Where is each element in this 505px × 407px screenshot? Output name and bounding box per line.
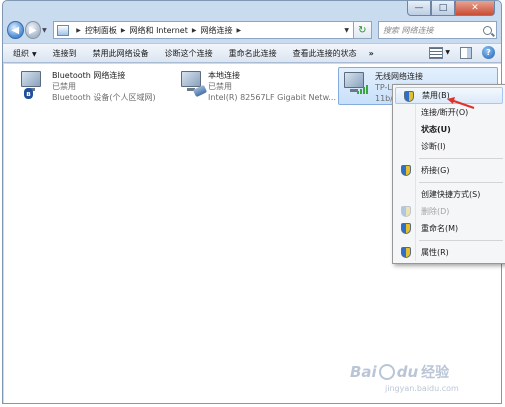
context-menu: 禁用(B) 连接/断开(O) 状态(U) 诊断(I) 桥接(G) 创建快捷方式(… — [392, 84, 505, 264]
menu-item-properties[interactable]: 属性(R) — [393, 244, 505, 261]
menu-separator — [419, 182, 503, 183]
menu-item-rename[interactable]: 重命名(M) — [393, 220, 505, 237]
ethernet-network-icon — [178, 70, 208, 100]
recent-pages-dropdown[interactable]: ▼ — [42, 27, 50, 34]
back-arrow-icon: ◀ — [11, 24, 20, 36]
more-commands-button[interactable]: » — [369, 49, 374, 58]
view-options-dropdown[interactable]: ▼ — [445, 49, 450, 56]
connection-device: Intel(R) 82567LF Gigabit Netw... — [208, 93, 336, 102]
connection-name: 本地连接 — [208, 71, 241, 80]
uac-shield-icon — [404, 91, 414, 102]
baidu-paw-icon — [378, 364, 395, 380]
search-box[interactable]: 搜索 网络连接 — [377, 21, 497, 39]
uac-shield-icon — [401, 206, 411, 217]
connection-device: Bluetooth 设备(个人区域网) — [52, 93, 156, 102]
chevron-right-icon[interactable]: ▶ — [192, 27, 197, 34]
uac-shield-icon — [401, 247, 411, 258]
view-status-button[interactable]: 查看此连接的状态 — [293, 48, 357, 59]
search-input[interactable]: 搜索 网络连接 — [383, 25, 434, 36]
address-row: ◀ ▶ ▼ ▶ 控制面板 ▶ 网络和 Internet ▶ 网络连接 ▶ ▼ ↻… — [3, 18, 501, 42]
chevron-down-icon: ▼ — [32, 50, 37, 58]
bluetooth-network-icon: ʙ — [18, 70, 48, 100]
connect-to-button[interactable]: 连接到 — [53, 48, 77, 59]
address-history-dropdown[interactable]: ▼ — [341, 27, 353, 34]
menu-item-diagnose[interactable]: 诊断(I) — [393, 138, 505, 155]
menu-item-bridge[interactable]: 桥接(G) — [393, 162, 505, 179]
close-icon: ✕ — [471, 3, 479, 13]
breadcrumb-network-connections[interactable]: 网络连接 — [200, 25, 232, 36]
wireless-network-icon — [341, 71, 371, 101]
breadcrumb-control-panel[interactable]: 控制面板 — [85, 25, 117, 36]
disable-device-button[interactable]: 禁用此网络设备 — [93, 48, 149, 59]
search-icon[interactable] — [483, 25, 492, 35]
control-panel-icon — [57, 24, 70, 36]
forward-arrow-icon: ▶ — [28, 24, 37, 36]
breadcrumb-network-internet[interactable]: 网络和 Internet — [130, 25, 188, 36]
address-bar[interactable]: ▶ 控制面板 ▶ 网络和 Internet ▶ 网络连接 ▶ ▼ — [53, 21, 354, 39]
baidu-watermark: Bai du 经验 — [350, 363, 450, 381]
caption-buttons: — □ ✕ — [407, 1, 495, 16]
chevron-right-icon[interactable]: ▶ — [121, 27, 126, 34]
chevron-right-icon[interactable]: ▶ — [236, 27, 241, 34]
refresh-icon: ↻ — [358, 24, 367, 36]
connection-status: 已禁用 — [208, 82, 233, 91]
refresh-button[interactable]: ↻ — [353, 21, 372, 39]
view-controls: ▼ ? — [429, 46, 495, 59]
uac-shield-icon — [401, 165, 411, 176]
connection-name: 无线网络连接 — [375, 72, 423, 81]
menu-separator — [419, 240, 503, 241]
uac-shield-icon — [401, 223, 411, 234]
help-icon[interactable]: ? — [482, 46, 495, 59]
rename-button[interactable]: 重命名此连接 — [229, 48, 277, 59]
menu-separator — [419, 158, 503, 159]
back-button[interactable]: ◀ — [7, 21, 24, 39]
maximize-icon: □ — [438, 3, 448, 13]
diagnose-button[interactable]: 诊断这个连接 — [165, 48, 213, 59]
connection-item-bluetooth[interactable]: ʙ Bluetooth 网络连接 已禁用 Bluetooth 设备(个人区域网) — [16, 67, 166, 105]
annotation-arrow-icon — [447, 97, 475, 109]
preview-pane-icon[interactable] — [460, 46, 472, 59]
minimize-button[interactable]: — — [407, 1, 431, 16]
connection-status: 已禁用 — [52, 82, 76, 91]
forward-button[interactable]: ▶ — [24, 21, 42, 39]
menu-item-status[interactable]: 状态(U) — [393, 121, 505, 138]
connection-item-local[interactable]: 本地连接 已禁用 Intel(R) 82567LF Gigabit Netw..… — [176, 67, 336, 105]
minimize-icon: — — [414, 3, 424, 13]
chevron-right-icon[interactable]: ▶ — [76, 27, 81, 34]
organize-button[interactable]: 组织 ▼ — [13, 48, 37, 59]
menu-item-create-shortcut[interactable]: 创建快捷方式(S) — [393, 186, 505, 203]
close-button[interactable]: ✕ — [455, 1, 495, 16]
command-bar: 组织 ▼ 连接到 禁用此网络设备 诊断这个连接 重命名此连接 查看此连接的状态 »… — [3, 43, 501, 63]
connection-name: Bluetooth 网络连接 — [52, 71, 126, 80]
maximize-button[interactable]: □ — [431, 1, 455, 16]
change-view-icon[interactable] — [429, 46, 444, 59]
watermark-url: jingyan.baidu.com — [385, 384, 459, 393]
menu-item-delete: 删除(D) — [393, 203, 505, 220]
